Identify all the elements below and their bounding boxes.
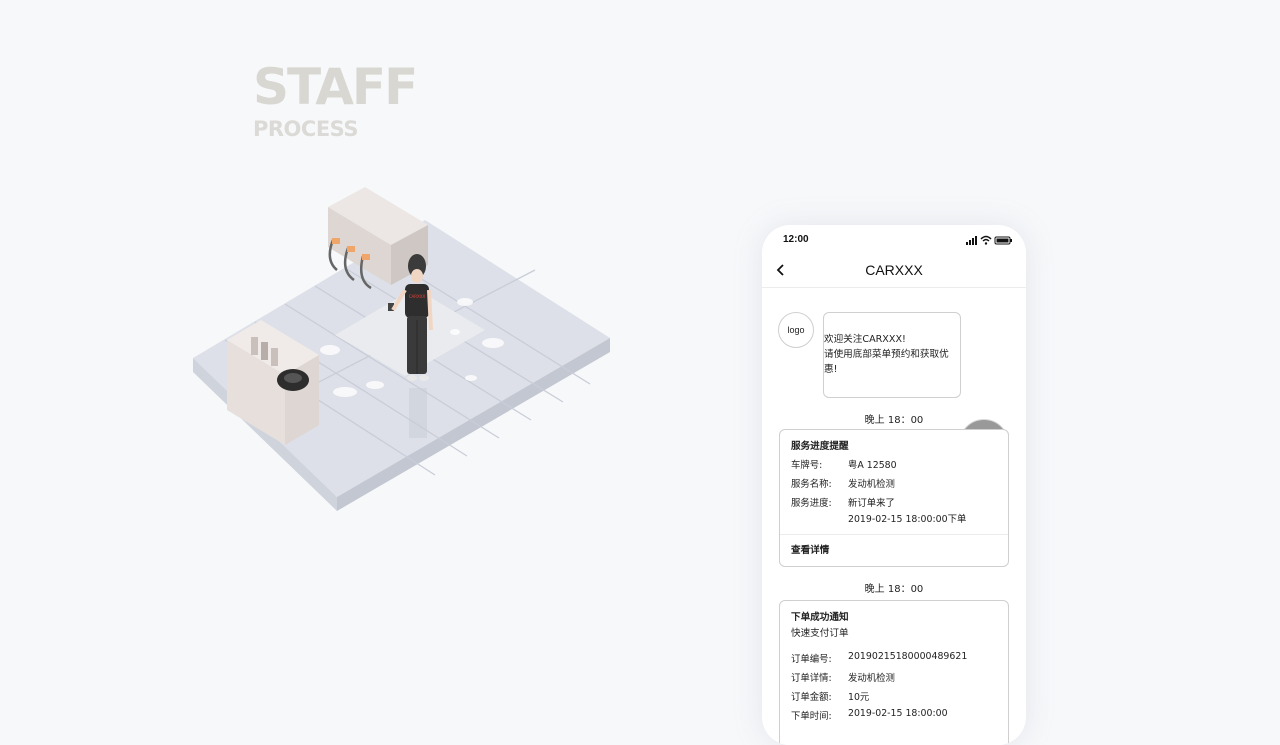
row-key: 订单详情:	[791, 673, 832, 684]
welcome-message-bubble: 欢迎关注CARXXX! 请使用底部菜单预约和获取优惠!	[823, 312, 961, 398]
card-divider	[780, 534, 1008, 535]
row-key: 车牌号:	[791, 460, 823, 471]
row-key: 订单金额:	[791, 692, 832, 703]
row-value: 发动机检测	[848, 479, 895, 490]
welcome-line-2: 请使用底部菜单预约和获取优惠!	[824, 349, 949, 375]
service-progress-card[interactable]: 服务进度提醒 车牌号: 粤A 12580 服务名称: 发动机检测 服务进度: 新…	[779, 429, 1009, 567]
hero-subtitle: PROCESS	[253, 117, 358, 141]
row-value: 2019-02-15 18:00:00	[848, 708, 948, 719]
message-time-1: 晚上 18：00	[864, 415, 924, 426]
message-time-2: 晚上 18：00	[864, 584, 924, 595]
row-value: 粤A 12580	[848, 460, 897, 471]
row-key: 订单编号:	[791, 654, 832, 665]
phone-mockup: 12:00 CARXXX logo 欢迎关注CARXXX! 请使用底部菜单预约和…	[762, 225, 1026, 745]
card-subtitle: 快速支付订单	[791, 628, 849, 639]
battery-icon	[994, 236, 1012, 245]
card-title: 下单成功通知	[791, 612, 849, 623]
nav-title: CARXXX	[865, 262, 923, 278]
wifi-icon	[980, 235, 992, 245]
signal-icon	[966, 236, 977, 245]
row-value: 20190215180000489621	[848, 651, 968, 662]
row-value: 10元	[848, 692, 870, 703]
row-value: 新订单来了	[848, 498, 895, 509]
workshop-illustration: CARXXX	[193, 187, 610, 511]
row-value: 发动机检测	[848, 673, 895, 684]
shirt-logo-text: CARXXX	[409, 294, 426, 299]
view-details-link[interactable]: 查看详情	[791, 542, 829, 556]
row-key: 服务名称:	[791, 479, 832, 490]
status-time: 12:00	[783, 234, 809, 245]
hero-title: STAFF	[253, 58, 418, 116]
welcome-line-1: 欢迎关注CARXXX!	[824, 334, 906, 345]
order-success-card[interactable]: 下单成功通知 快速支付订单 订单编号: 20190215180000489621…	[779, 600, 1009, 745]
avatar[interactable]: logo	[778, 312, 814, 348]
order-placed-time: 2019-02-15 18:00:00下单	[848, 514, 967, 525]
hero-title-block: STAFF PROCESS	[253, 58, 418, 141]
row-key: 服务进度:	[791, 498, 832, 509]
nav-bar: CARXXX	[762, 255, 1026, 288]
status-icons	[966, 235, 1012, 245]
status-bar: 12:00	[762, 225, 1026, 255]
card-title: 服务进度提醒	[791, 441, 849, 452]
